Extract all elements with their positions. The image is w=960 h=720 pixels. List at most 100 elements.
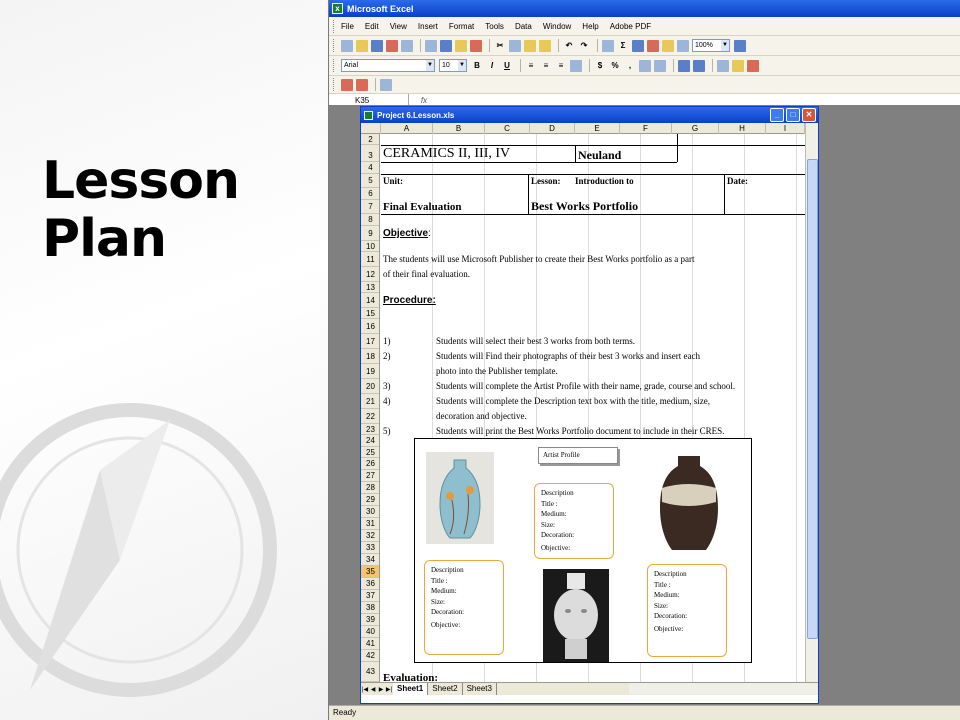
row-header[interactable]: 32 — [361, 530, 379, 542]
menu-insert[interactable]: Insert — [418, 22, 438, 31]
close-icon[interactable]: ✕ — [802, 108, 816, 122]
row-header[interactable]: 3 — [361, 145, 379, 162]
toolbar-grip[interactable] — [333, 59, 336, 72]
decrease-indent-icon[interactable] — [678, 59, 690, 72]
help-icon[interactable] — [734, 39, 746, 52]
paste-icon[interactable] — [524, 39, 536, 52]
row-header[interactable]: 37 — [361, 590, 379, 602]
row-header[interactable]: 25 — [361, 447, 379, 458]
row-header[interactable]: 23 — [361, 424, 379, 435]
workbook-titlebar[interactable]: Project 6.Lesson.xls _ □ ✕ — [361, 107, 818, 123]
hyperlink-icon[interactable] — [602, 39, 614, 52]
row-header[interactable]: 4 — [361, 162, 379, 174]
row-header[interactable]: 15 — [361, 308, 379, 319]
select-all-corner[interactable] — [361, 123, 381, 134]
align-right-icon[interactable]: ≡ — [555, 60, 567, 72]
column-header[interactable]: G — [672, 123, 719, 134]
row-header[interactable]: 39 — [361, 614, 379, 626]
row-header[interactable]: 30 — [361, 506, 379, 518]
menu-edit[interactable]: Edit — [365, 22, 379, 31]
excel-titlebar[interactable]: x Microsoft Excel — [329, 0, 960, 17]
underline-icon[interactable]: U — [501, 60, 513, 72]
percent-icon[interactable]: % — [609, 60, 621, 72]
row-header[interactable]: 38 — [361, 602, 379, 614]
undo-icon[interactable]: ↶ — [563, 40, 575, 52]
column-header[interactable]: E — [575, 123, 620, 134]
maximize-icon[interactable]: □ — [786, 108, 800, 122]
row-header[interactable]: 16 — [361, 319, 379, 334]
vertical-scrollbar[interactable] — [805, 123, 818, 682]
row-header[interactable]: 40 — [361, 626, 379, 638]
menu-adobe-pdf[interactable]: Adobe PDF — [610, 22, 651, 31]
row-header[interactable]: 14 — [361, 293, 379, 308]
row-header-selected[interactable]: 35 — [361, 566, 379, 578]
font-color-icon[interactable] — [747, 59, 759, 72]
column-header[interactable]: H — [719, 123, 766, 134]
align-left-icon[interactable]: ≡ — [525, 60, 537, 72]
borders-icon[interactable] — [717, 59, 729, 72]
row-header[interactable]: 42 — [361, 650, 379, 662]
convert-pdf-icon[interactable] — [341, 78, 353, 91]
italic-icon[interactable]: I — [486, 60, 498, 72]
row-header[interactable]: 41 — [361, 638, 379, 650]
cut-icon[interactable]: ✂ — [494, 40, 506, 52]
bold-icon[interactable]: B — [471, 60, 483, 72]
row-header[interactable]: 12 — [361, 267, 379, 282]
print-icon[interactable] — [425, 39, 437, 52]
format-painter-icon[interactable] — [539, 39, 551, 52]
row-header[interactable]: 27 — [361, 470, 379, 482]
sort-descending-icon[interactable] — [647, 39, 659, 52]
row-header[interactable]: 22 — [361, 409, 379, 424]
align-center-icon[interactable]: ≡ — [540, 60, 552, 72]
toolbar-grip[interactable] — [333, 19, 336, 33]
font-size-select[interactable]: 10 ▼ — [439, 59, 467, 72]
row-header[interactable]: 36 — [361, 578, 379, 590]
currency-icon[interactable]: $ — [594, 60, 606, 72]
column-header[interactable]: F — [620, 123, 672, 134]
menu-file[interactable]: File — [341, 22, 354, 31]
row-header[interactable]: 2 — [361, 134, 379, 145]
menu-view[interactable]: View — [390, 22, 407, 31]
row-header[interactable]: 10 — [361, 241, 379, 252]
increase-indent-icon[interactable] — [693, 59, 705, 72]
chart-wizard-icon[interactable] — [662, 39, 674, 52]
increase-decimal-icon[interactable] — [639, 59, 651, 72]
copy-icon[interactable] — [509, 39, 521, 52]
tab-sheet1[interactable]: Sheet1 — [393, 683, 429, 695]
menu-data[interactable]: Data — [515, 22, 532, 31]
row-header[interactable]: 13 — [361, 282, 379, 293]
column-header[interactable]: D — [530, 123, 575, 134]
column-header[interactable]: A — [381, 123, 433, 134]
row-header[interactable]: 29 — [361, 494, 379, 506]
tab-sheet3[interactable]: Sheet3 — [463, 683, 497, 695]
row-header[interactable]: 9 — [361, 226, 379, 241]
row-header[interactable]: 26 — [361, 458, 379, 470]
comma-icon[interactable]: , — [624, 60, 636, 72]
drawing-icon[interactable] — [677, 39, 689, 52]
row-header[interactable]: 7 — [361, 200, 379, 214]
row-header[interactable]: 28 — [361, 482, 379, 494]
row-header[interactable]: 18 — [361, 349, 379, 364]
first-sheet-icon[interactable]: |◀ — [361, 686, 369, 693]
spelling-icon[interactable] — [455, 39, 467, 52]
column-header[interactable]: B — [433, 123, 485, 134]
scroll-thumb[interactable] — [807, 159, 818, 639]
row-header[interactable]: 20 — [361, 379, 379, 394]
decrease-decimal-icon[interactable] — [654, 59, 666, 72]
row-header[interactable]: 43 — [361, 662, 379, 682]
email-icon[interactable] — [401, 39, 413, 52]
tab-sheet2[interactable]: Sheet2 — [428, 683, 463, 695]
row-header[interactable]: 11 — [361, 252, 379, 267]
sort-ascending-icon[interactable] — [632, 39, 644, 52]
row-header[interactable]: 8 — [361, 214, 379, 226]
fx-icon[interactable]: fx — [409, 96, 439, 105]
save-icon[interactable] — [371, 39, 383, 52]
convert-pdf-email-icon[interactable] — [356, 78, 368, 91]
new-icon[interactable] — [341, 39, 353, 52]
chart-icon[interactable] — [380, 78, 392, 91]
row-header[interactable]: 21 — [361, 394, 379, 409]
row-header[interactable]: 31 — [361, 518, 379, 530]
menu-tools[interactable]: Tools — [485, 22, 504, 31]
column-header[interactable]: I — [766, 123, 805, 134]
menu-format[interactable]: Format — [449, 22, 474, 31]
